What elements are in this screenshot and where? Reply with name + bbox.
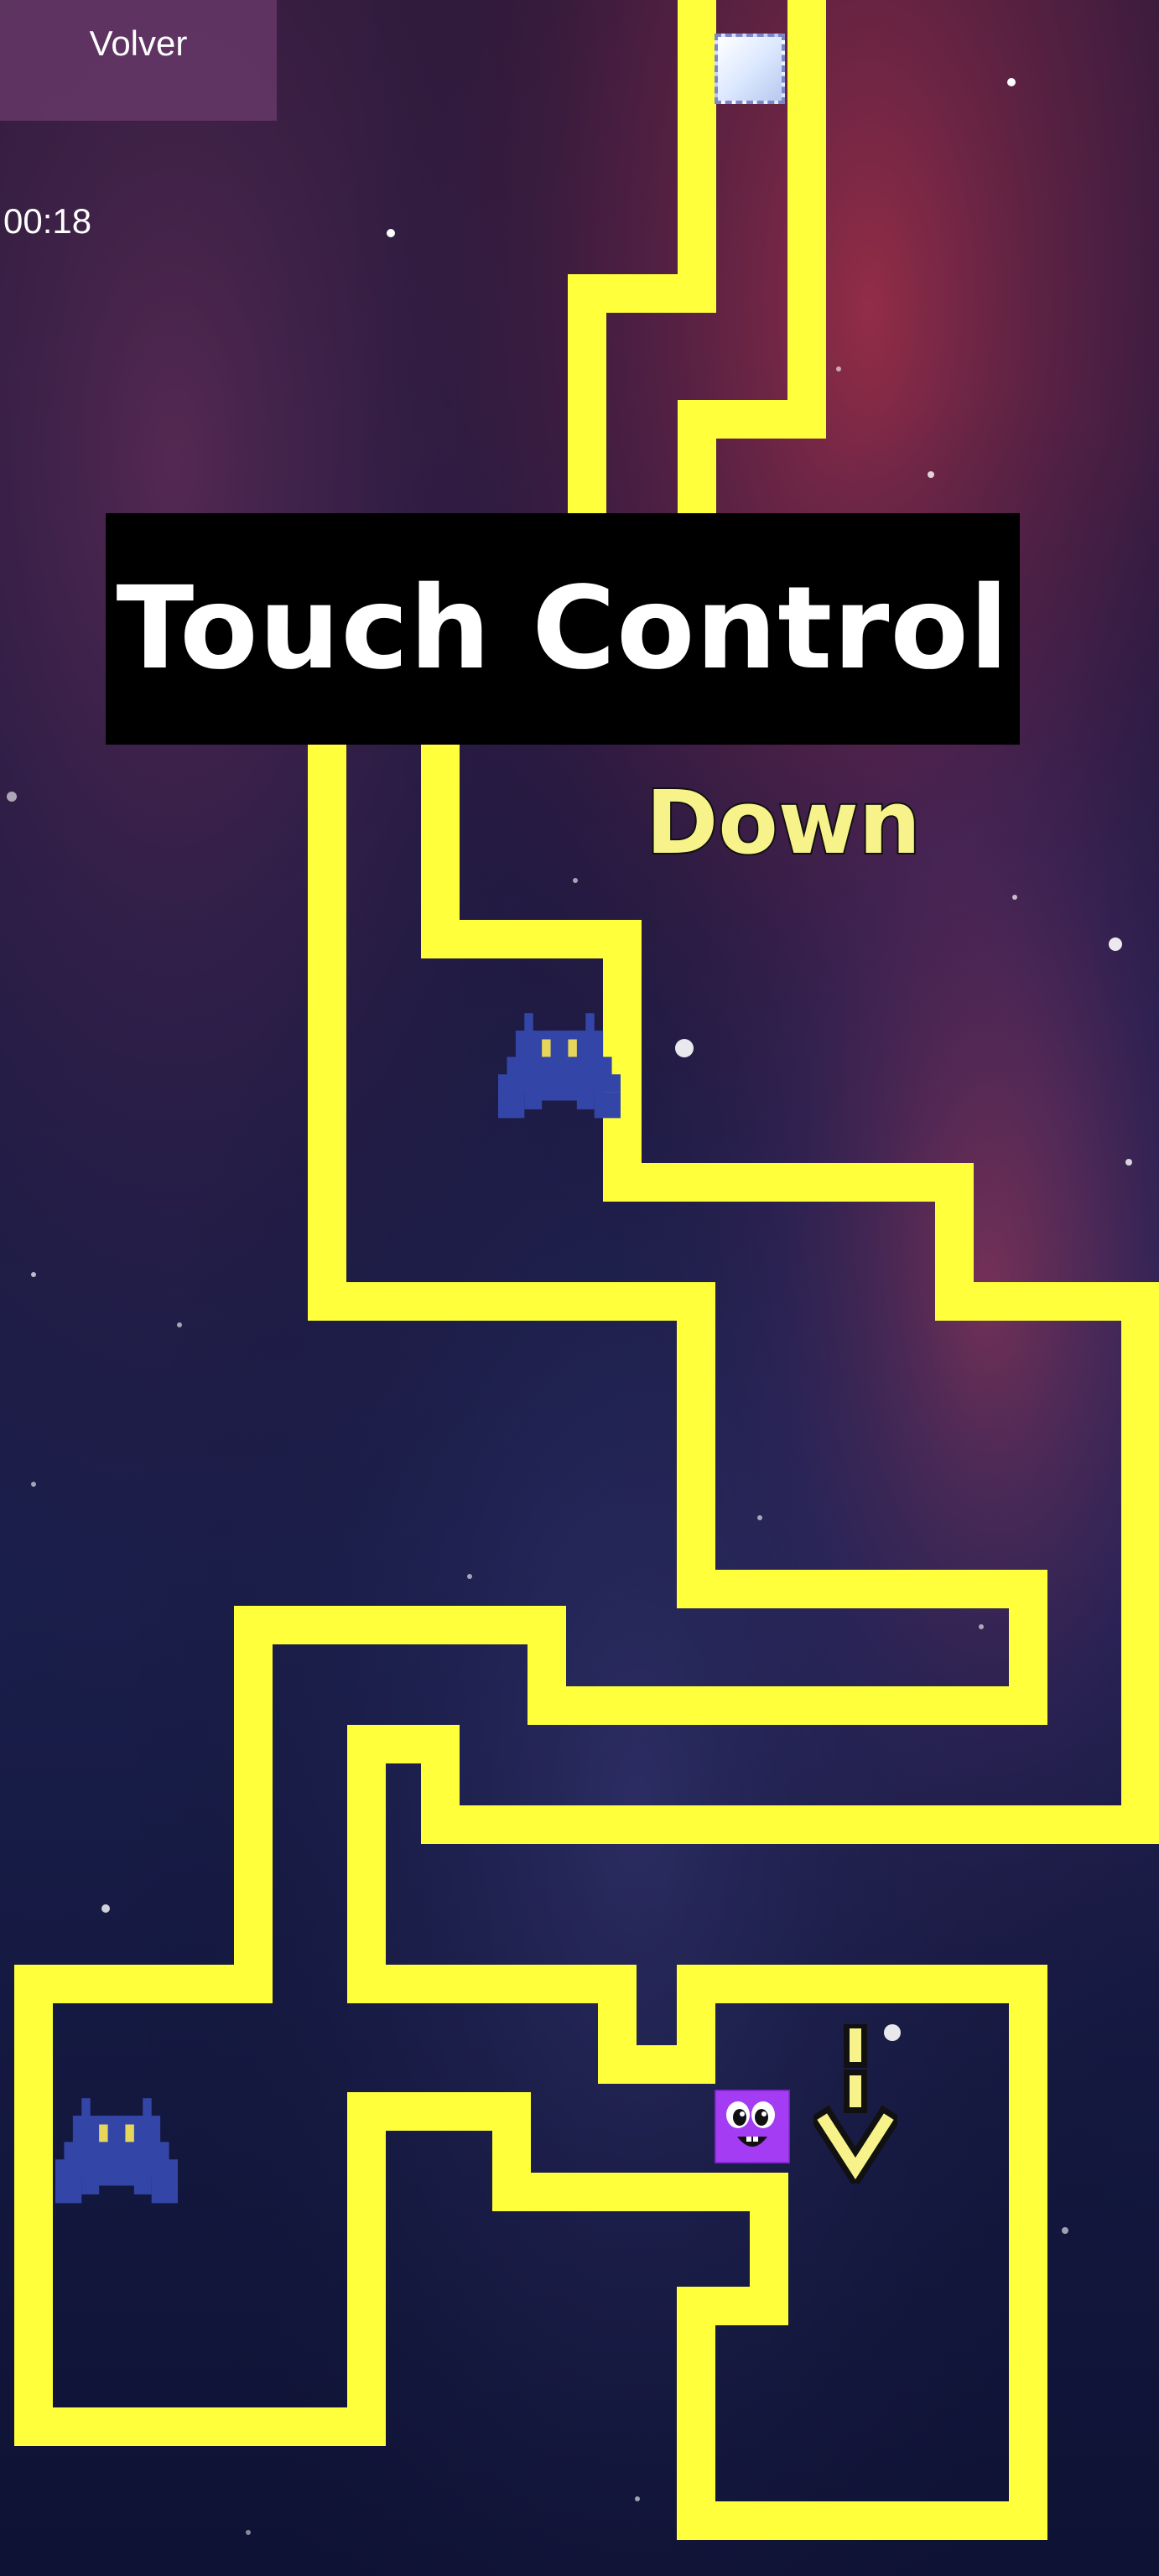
enemy-invader-icon xyxy=(55,2098,178,2204)
back-button[interactable]: Volver xyxy=(0,0,277,121)
enemy-invader-icon xyxy=(498,1013,621,1119)
direction-label: Down xyxy=(644,770,923,875)
goal-tile xyxy=(715,34,785,104)
maze-wall-mid-left xyxy=(14,745,1159,2540)
game-screen[interactable]: Volver 00:18 Touch Control Down xyxy=(0,0,1159,2576)
timer: 00:18 xyxy=(3,201,92,241)
touch-control-banner: Touch Control xyxy=(106,513,1020,745)
player-character xyxy=(715,2090,790,2163)
down-arrow-icon xyxy=(813,2024,897,2184)
